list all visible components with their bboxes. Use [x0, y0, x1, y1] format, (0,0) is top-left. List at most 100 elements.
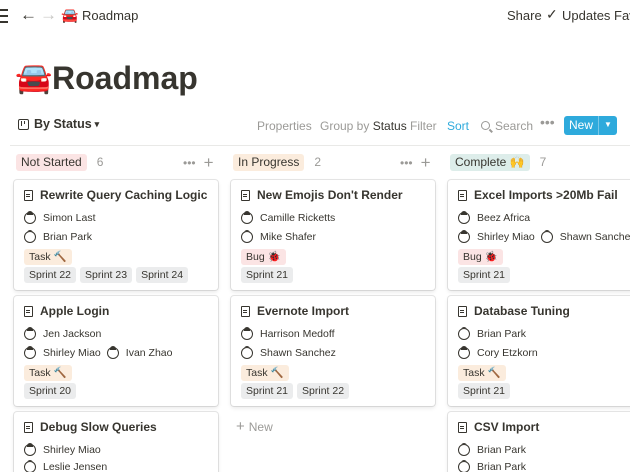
updates-button[interactable]: Updates — [562, 8, 610, 23]
sprint-tag: Sprint 23 — [80, 267, 133, 283]
add-card-icon[interactable]: + — [204, 153, 214, 172]
person-name: Brian Park — [477, 328, 527, 340]
group-by-button[interactable]: Group by Status — [320, 119, 407, 133]
search-button[interactable]: Search — [481, 119, 533, 133]
type-tag: Task 🔨 — [24, 249, 72, 265]
card-title-text: Rewrite Query Caching Logic — [40, 188, 208, 202]
page-icon — [458, 421, 467, 433]
sprint-tag: Sprint 22 — [24, 267, 77, 283]
favorite-button[interactable]: Fav — [614, 8, 630, 23]
chevron-down-icon: ▾ — [94, 118, 100, 129]
sprint-tags: Sprint 21 — [458, 383, 514, 399]
card[interactable]: Rewrite Query Caching Logic Simon Last B… — [14, 180, 218, 290]
person-name: Ivan Zhao — [125, 347, 173, 359]
properties-button[interactable]: Properties — [257, 119, 312, 133]
sprint-tag: Sprint 21 — [241, 383, 294, 399]
card-title-text: Evernote Import — [257, 304, 350, 318]
card-title-text: Debug Slow Queries — [40, 420, 157, 434]
avatar-icon — [458, 443, 470, 456]
person-row: Brian Park — [458, 460, 526, 472]
person-name: Cory Etzkorn — [477, 347, 538, 359]
person-name: Shawn Sanchez — [559, 231, 630, 243]
view-label: By Status — [34, 117, 92, 131]
group-by-label: Group by — [320, 119, 373, 133]
person-name: Shirley Miao — [477, 231, 535, 243]
second-person: Shawn Sanchez — [540, 230, 630, 243]
column-header-not-started: Not Started 6 — [16, 153, 103, 171]
avatar-icon — [458, 460, 470, 472]
avatar-icon — [241, 327, 253, 340]
card-title: Evernote Import — [241, 304, 349, 318]
person-name: Harrison Medoff — [260, 328, 335, 340]
page-icon — [24, 189, 33, 201]
card[interactable]: CSV Import Brian Park Brian Park — [448, 412, 630, 472]
avatar-icon — [540, 230, 553, 243]
card-title: New Emojis Don't Render — [241, 188, 403, 202]
person-row: Camille Ricketts — [241, 211, 335, 224]
add-new-card-button[interactable]: + New — [236, 418, 273, 435]
avatar-icon — [241, 230, 253, 243]
card[interactable]: Apple Login Jen Jackson Shirley Miao Iva… — [14, 296, 218, 406]
person-row: Beez Africa — [458, 211, 531, 224]
back-arrow-icon[interactable]: ← — [20, 6, 37, 24]
card-title-text: Excel Imports >20Mb Fail — [474, 188, 618, 202]
card[interactable]: Debug Slow Queries Shirley Miao Leslie J… — [14, 412, 218, 472]
type-tag: Task 🔨 — [458, 365, 506, 381]
sprint-tag: Sprint 21 — [458, 267, 511, 283]
type-tags: Bug 🐞 — [458, 249, 507, 265]
page-icon — [241, 189, 250, 201]
card[interactable]: Excel Imports >20Mb Fail Beez Africa Shi… — [448, 180, 630, 290]
breadcrumb-title[interactable]: Roadmap — [82, 8, 138, 23]
add-new-label: New — [248, 420, 273, 434]
search-icon — [481, 121, 490, 130]
column-more-icon[interactable]: ••• — [400, 156, 413, 170]
person-row: Jen Jackson — [24, 327, 101, 340]
card-title-text: CSV Import — [474, 420, 540, 434]
search-label: Search — [495, 119, 534, 133]
avatar-icon — [24, 211, 36, 224]
forward-arrow-icon[interactable]: → — [40, 6, 57, 24]
column-header-complete: Complete 🙌 7 — [450, 153, 546, 171]
person-name: Simon Last — [43, 212, 96, 224]
person-row: Shirley Miao Shawn Sanchez — [458, 230, 630, 243]
menu-icon[interactable] — [0, 9, 12, 23]
sprint-tag: Sprint 22 — [297, 383, 350, 399]
column-actions: ••• + — [400, 152, 431, 172]
person-row: Shirley Miao Ivan Zhao — [24, 346, 173, 359]
avatar-icon — [24, 346, 36, 359]
status-pill: Not Started — [16, 153, 87, 171]
person-name: Beez Africa — [477, 212, 531, 224]
new-button[interactable]: New ▼ — [564, 116, 617, 135]
sprint-tag: Sprint 21 — [241, 267, 294, 283]
filter-button[interactable]: Filter — [410, 119, 437, 133]
card[interactable]: Evernote Import Harrison Medoff Shawn Sa… — [231, 296, 435, 406]
new-dropdown-icon[interactable]: ▼ — [598, 116, 617, 135]
page-icon — [458, 305, 467, 317]
board-view-icon — [18, 118, 29, 130]
breadcrumb-emoji-icon: 🚘 — [61, 7, 79, 23]
more-options-icon[interactable]: ••• — [540, 114, 555, 130]
column-more-icon[interactable]: ••• — [183, 156, 196, 170]
card[interactable]: Database Tuning Brian Park Cory Etzkorn … — [448, 296, 630, 406]
type-tags: Task 🔨 — [24, 249, 76, 265]
top-bar: ← → 🚘 Roadmap Share ✓ Updates Fav — [0, 0, 630, 32]
person-row: Brian Park — [458, 443, 526, 456]
card-title-text: Apple Login — [40, 304, 110, 318]
card[interactable]: New Emojis Don't Render Camille Ricketts… — [231, 180, 435, 290]
person-row: Cory Etzkorn — [458, 346, 538, 359]
card-title: CSV Import — [458, 420, 539, 434]
page-title: Roadmap — [52, 60, 198, 96]
person-name: Shawn Sanchez — [260, 347, 336, 359]
status-pill: In Progress — [233, 153, 305, 171]
card-title: Rewrite Query Caching Logic — [24, 188, 207, 202]
sprint-tag: Sprint 21 — [458, 383, 511, 399]
view-selector[interactable]: By Status ▾ — [18, 117, 99, 131]
card-title-text: New Emojis Don't Render — [257, 188, 403, 202]
avatar-icon — [458, 346, 470, 359]
person-name: Mike Shafer — [260, 231, 317, 243]
share-button[interactable]: Share — [507, 8, 542, 23]
add-card-icon[interactable]: + — [421, 153, 431, 172]
column-count: 7 — [539, 155, 547, 169]
sort-button[interactable]: Sort — [447, 119, 469, 133]
avatar-icon — [24, 443, 36, 456]
